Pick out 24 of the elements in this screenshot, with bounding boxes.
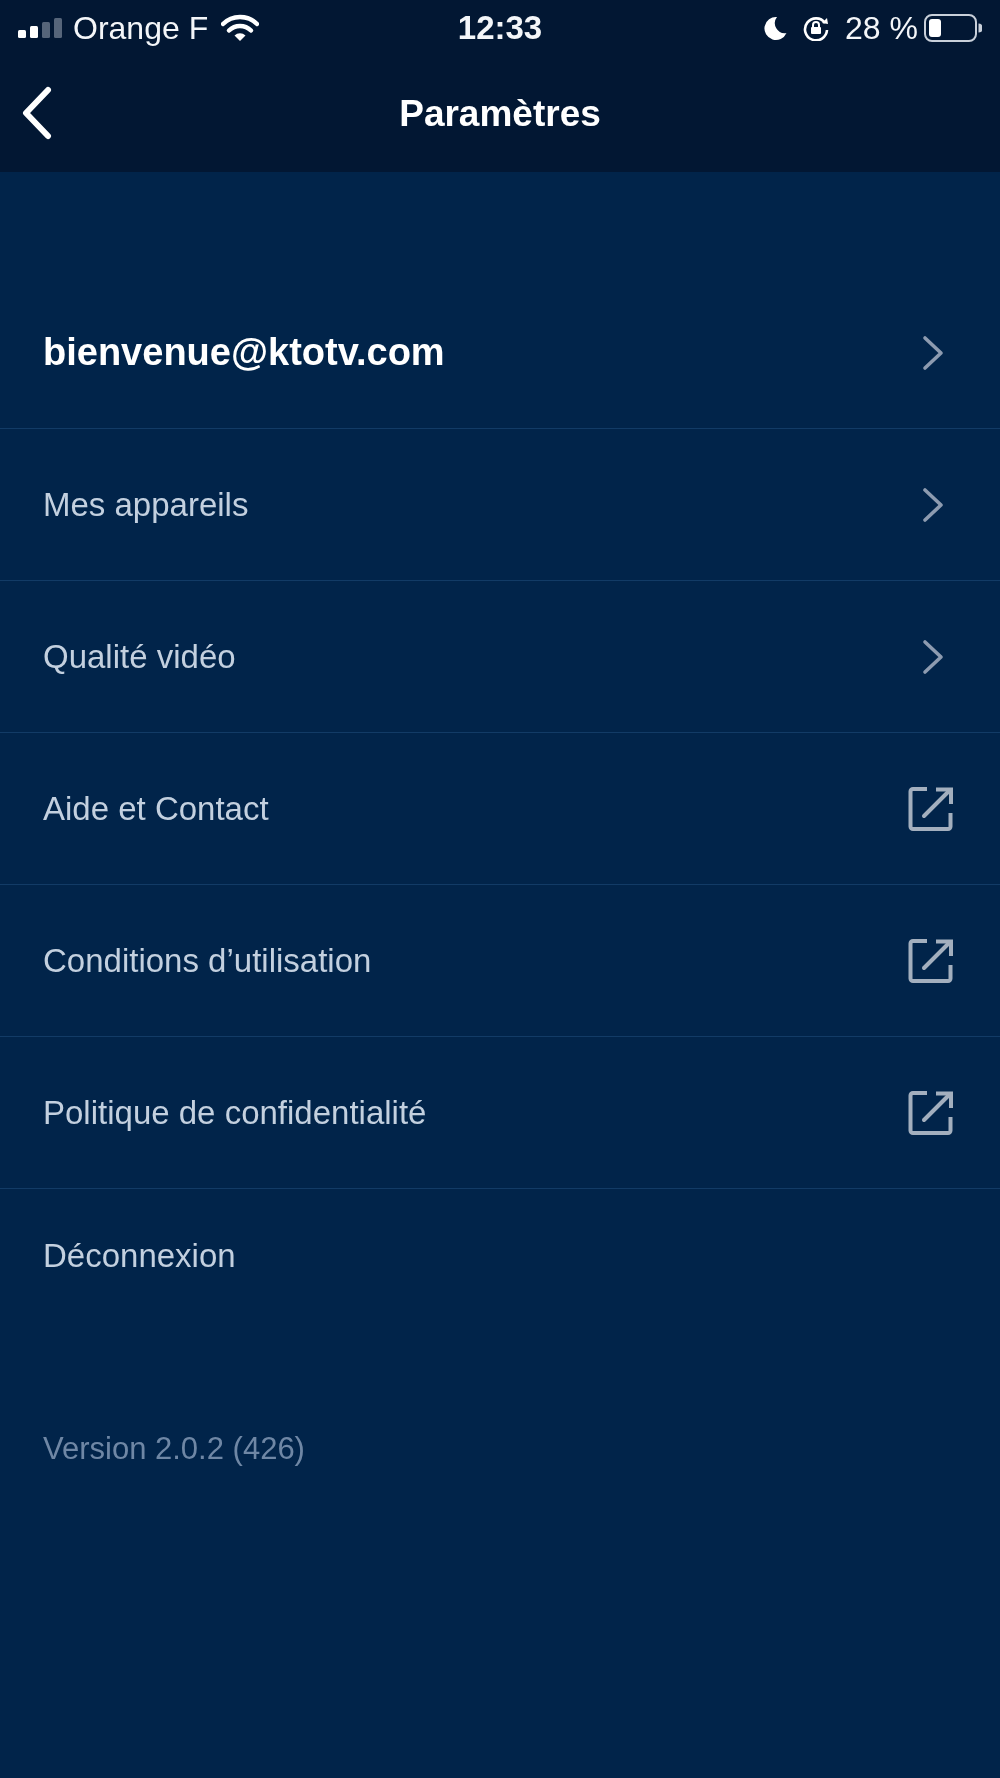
battery-percent: 28 %: [845, 9, 918, 47]
page-title: Paramètres: [399, 93, 601, 135]
moon-icon: [763, 16, 788, 40]
clock-time: 12:33: [457, 9, 543, 47]
carrier-name: Orange F: [73, 9, 209, 47]
signal-icon: [18, 18, 62, 38]
battery-icon: [924, 14, 982, 42]
rotation-lock-icon: [803, 15, 830, 41]
wifi-icon: [221, 14, 260, 42]
settings-row[interactable]: Mes appareils: [0, 429, 1000, 581]
chevron-icon: [922, 334, 944, 371]
back-chevron-icon: [20, 86, 54, 140]
settings-row[interactable]: Aide et Contact: [0, 733, 1000, 885]
app-version: Version 2.0.2 (426): [43, 1431, 305, 1467]
settings-row[interactable]: Qualité vidéo: [0, 581, 1000, 733]
settings-row[interactable]: Politique de confidentialité: [0, 1037, 1000, 1189]
chevron-icon: [922, 638, 944, 675]
settings-row[interactable]: Conditions d’utilisation: [0, 885, 1000, 1037]
settings-row[interactable]: bienvenue@ktotv.com: [0, 277, 1000, 429]
chevron-icon: [922, 486, 944, 523]
settings-row[interactable]: Déconnexion: [0, 1189, 1000, 1323]
external-link-icon: [907, 936, 955, 985]
external-link-icon: [907, 784, 955, 833]
external-link-icon: [907, 1088, 955, 1137]
